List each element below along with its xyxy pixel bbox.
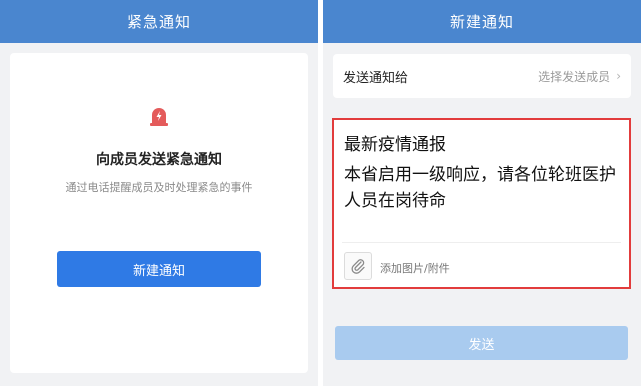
message-body-field[interactable]: 本省启用一级响应，请各位轮班医护人员在岗待命 [344,162,624,214]
chevron-right-icon: › [616,69,621,83]
recipient-placeholder: 选择发送成员 [538,69,611,84]
attachment-label: 添加图片/附件 [380,262,450,275]
card-title: 向成员发送紧急通知 [96,152,222,168]
emergency-notice-screen: 紧急通知 向成员发送紧急通知 通过电话提醒成员及时处理紧急的事件 新建通知 [0,0,318,386]
recipient-selector[interactable]: 发送通知给 选择发送成员 › [333,54,631,98]
message-compose-box[interactable]: 最新疫情通报 本省启用一级响应，请各位轮班医护人员在岗待命 添加图片/附件 [332,118,631,289]
add-attachment-button[interactable] [344,252,372,280]
header-title: 新建通知 [323,0,641,43]
send-button[interactable]: 发送 [335,326,628,360]
alarm-light-icon [150,108,168,126]
recipient-label: 发送通知给 [343,70,409,86]
notice-intro-card: 向成员发送紧急通知 通过电话提醒成员及时处理紧急的事件 新建通知 [10,53,308,373]
new-notice-screen: 新建通知 发送通知给 选择发送成员 › 最新疫情通报 本省启用一级响应，请各位轮… [323,0,641,386]
card-subtitle: 通过电话提醒成员及时处理紧急的事件 [65,181,253,194]
divider [342,242,621,243]
paperclip-icon [351,259,365,274]
new-notice-button[interactable]: 新建通知 [57,251,261,287]
message-title-field[interactable]: 最新疫情通报 [344,130,446,155]
header-title: 紧急通知 [0,0,318,43]
